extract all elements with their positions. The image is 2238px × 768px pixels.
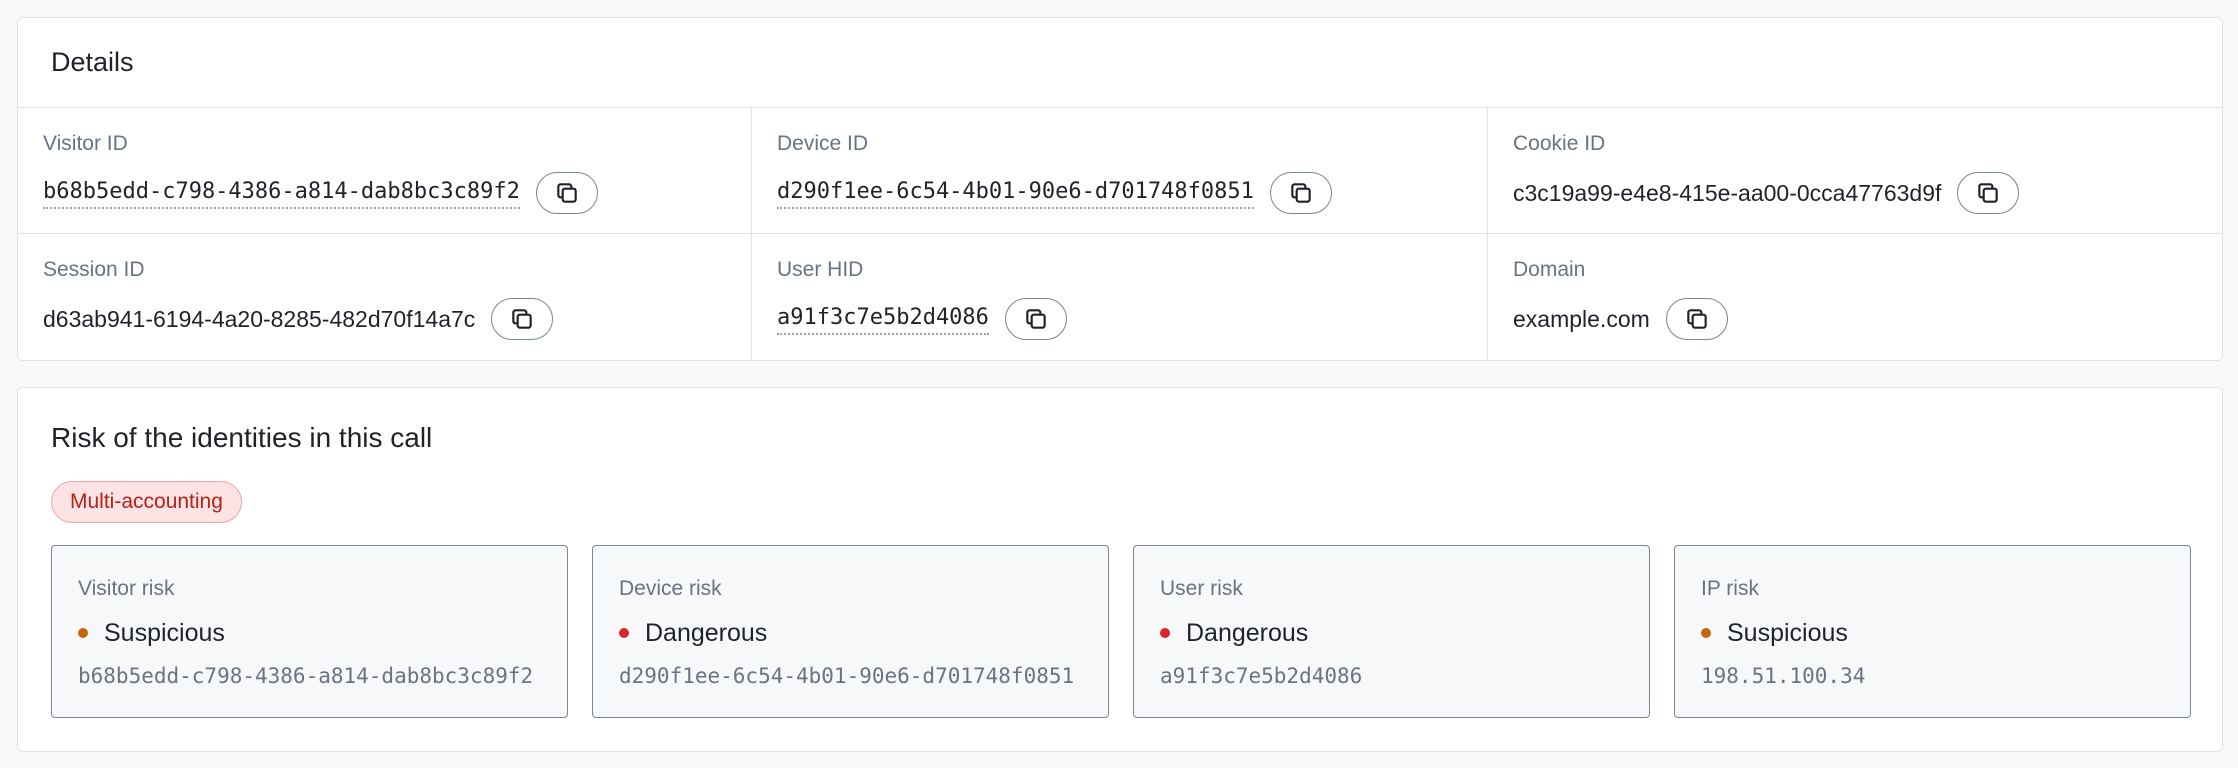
device-id-label: Device ID	[777, 132, 869, 155]
domain-value: example.com	[1513, 306, 1650, 332]
session-id-cell: Session ID d63ab941-6194-4a20-8285-482d7…	[18, 234, 752, 360]
tile-label: Visitor risk	[78, 577, 175, 600]
user-hid-value[interactable]: a91f3c7e5b2d4086	[777, 303, 989, 335]
risk-title: Risk of the identities in this call	[51, 422, 433, 453]
session-id-label: Session ID	[43, 258, 145, 281]
copy-device-id-button[interactable]	[1269, 172, 1332, 214]
user-hid-label: User HID	[777, 258, 864, 281]
status-dot-icon	[78, 628, 88, 638]
tile-status: Suspicious	[104, 618, 225, 647]
copy-icon	[557, 183, 577, 203]
visitor-id-label: Visitor ID	[43, 132, 128, 155]
tile-label: User risk	[1160, 577, 1243, 600]
visitor-id-cell: Visitor ID b68b5edd-c798-4386-a814-dab8b…	[18, 108, 752, 234]
details-title: Details	[18, 18, 2222, 108]
cookie-id-label: Cookie ID	[1513, 132, 1606, 155]
tile-id: a91f3c7e5b2d4086	[1160, 664, 1363, 688]
tile-id: 198.51.100.34	[1701, 664, 1866, 688]
copy-session-id-button[interactable]	[491, 298, 554, 340]
device-id-value[interactable]: d290f1ee-6c54-4b01-90e6-d701748f0851	[777, 177, 1254, 209]
domain-cell: Domain example.com	[1488, 234, 2222, 360]
tile-label: Device risk	[619, 577, 722, 600]
copy-user-hid-button[interactable]	[1004, 298, 1067, 340]
copy-cookie-id-button[interactable]	[1957, 172, 2020, 214]
user-hid-cell: User HID a91f3c7e5b2d4086	[752, 234, 1488, 360]
ip-risk-tile[interactable]: IP risk Suspicious 198.51.100.34	[1674, 545, 2191, 718]
tile-status: Dangerous	[645, 618, 768, 647]
copy-icon	[1687, 309, 1707, 329]
session-id-value: d63ab941-6194-4a20-8285-482d70f14a7c	[43, 306, 476, 332]
user-risk-tile[interactable]: User risk Dangerous a91f3c7e5b2d4086	[1133, 545, 1650, 718]
copy-icon	[1978, 183, 1999, 203]
visitor-id-value[interactable]: b68b5edd-c798-4386-a814-dab8bc3c89f2	[43, 177, 520, 209]
copy-domain-button[interactable]	[1665, 298, 1728, 340]
domain-label: Domain	[1513, 258, 1586, 281]
status-dot-icon	[619, 628, 629, 638]
copy-icon	[1291, 183, 1311, 203]
copy-icon	[1026, 309, 1046, 329]
status-dot-icon	[1160, 628, 1170, 638]
details-grid: Visitor ID b68b5edd-c798-4386-a814-dab8b…	[18, 108, 2222, 360]
device-id-cell: Device ID d290f1ee-6c54-4b01-90e6-d70174…	[752, 108, 1488, 234]
tile-id: d290f1ee-6c54-4b01-90e6-d701748f0851	[619, 664, 1075, 688]
status-dot-icon	[1701, 628, 1711, 638]
multi-accounting-badge: Multi-accounting	[51, 481, 242, 523]
tile-status: Suspicious	[1727, 618, 1848, 647]
tile-status: Dangerous	[1186, 618, 1309, 647]
tile-label: IP risk	[1701, 577, 1759, 600]
device-risk-tile[interactable]: Device risk Dangerous d290f1ee-6c54-4b01…	[592, 545, 1109, 718]
visitor-risk-tile[interactable]: Visitor risk Suspicious b68b5edd-c798-43…	[51, 545, 568, 718]
cookie-id-value: c3c19a99-e4e8-415e-aa00-0cca47763d9f	[1513, 180, 1942, 206]
tile-id: b68b5edd-c798-4386-a814-dab8bc3c89f2	[78, 664, 534, 688]
details-card: Details Visitor ID b68b5edd-c798-4386-a8…	[17, 17, 2223, 361]
risk-card: Risk of the identities in this call Mult…	[17, 387, 2223, 752]
risk-tiles: Visitor risk Suspicious b68b5edd-c798-43…	[51, 545, 2191, 718]
copy-icon	[512, 309, 533, 329]
copy-visitor-id-button[interactable]	[535, 172, 598, 214]
cookie-id-cell: Cookie ID c3c19a99-e4e8-415e-aa00-0cca47…	[1488, 108, 2222, 234]
